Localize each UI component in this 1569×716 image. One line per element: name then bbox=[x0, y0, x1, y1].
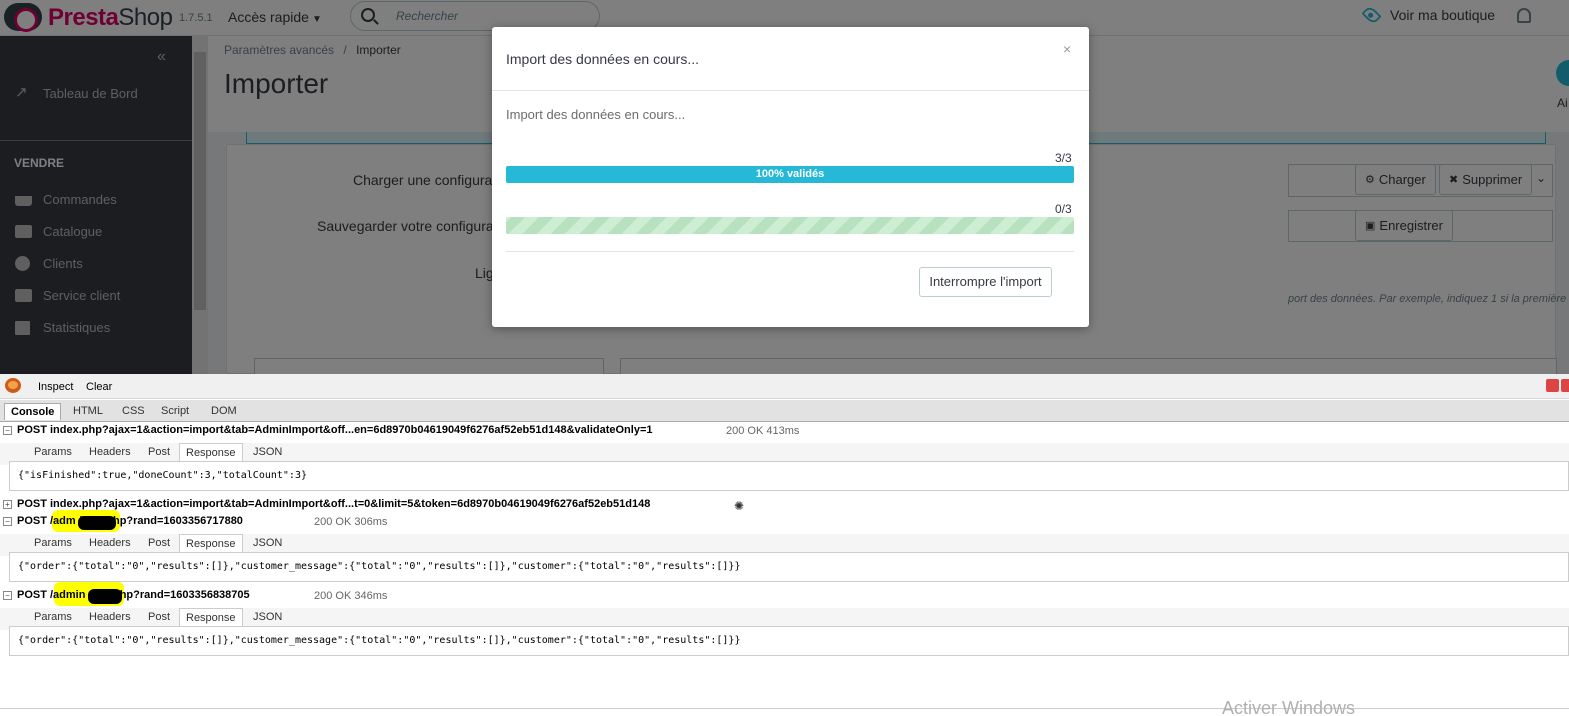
windows-activation-watermark: Activer Windows bbox=[1222, 698, 1356, 716]
firebug-icon[interactable] bbox=[5, 378, 21, 393]
modal-divider bbox=[506, 251, 1074, 252]
request-header[interactable]: − POST /adm /ajax.php?rand=1603356717880… bbox=[0, 514, 1569, 531]
redaction-mark bbox=[88, 589, 122, 604]
close-icon[interactable]: × bbox=[1063, 41, 1071, 57]
response-body: {"order":{"total":"0","results":[]},"cus… bbox=[9, 626, 1569, 656]
validation-progress-fill: 100% validés bbox=[506, 166, 1074, 183]
expand-toggle[interactable]: + bbox=[3, 500, 12, 509]
validation-count: 3/3 bbox=[1055, 151, 1072, 165]
request-status: 200 OK 413ms bbox=[726, 425, 800, 437]
subtab-response[interactable]: Response bbox=[179, 608, 243, 627]
subtab-headers[interactable]: Headers bbox=[83, 443, 137, 461]
subtab-post[interactable]: Post bbox=[142, 443, 176, 461]
subtab-json[interactable]: JSON bbox=[247, 534, 288, 552]
modal-message: Import des données en cours... bbox=[506, 107, 686, 122]
subtab-params[interactable]: Params bbox=[28, 534, 78, 552]
tab-console[interactable]: Console bbox=[4, 403, 62, 420]
subtab-response[interactable]: Response bbox=[179, 443, 243, 462]
subtab-headers[interactable]: Headers bbox=[83, 534, 137, 552]
subtab-post[interactable]: Post bbox=[142, 608, 176, 626]
import-progress-modal: Import des données en cours... × Import … bbox=[492, 27, 1089, 327]
prestashop-admin: PrestaShop 1.7.5.1 Accès rapide▼ Recherc… bbox=[0, 0, 1569, 374]
subtab-params[interactable]: Params bbox=[28, 608, 78, 626]
validation-progress-bar: 100% validés bbox=[506, 166, 1074, 183]
redaction-mark bbox=[78, 516, 116, 530]
import-progress-fill bbox=[506, 217, 1074, 234]
response-body: {"isFinished":true,"doneCount":3,"totalC… bbox=[9, 461, 1569, 491]
clear-button[interactable]: Clear bbox=[86, 381, 112, 393]
collapse-toggle[interactable]: − bbox=[3, 517, 12, 526]
tab-html[interactable]: HTML bbox=[67, 403, 109, 419]
modal-title: Import des données en cours... bbox=[506, 51, 699, 67]
request-header[interactable]: + POST index.php?ajax=1&action=import&ta… bbox=[0, 497, 1569, 514]
subtab-post[interactable]: Post bbox=[142, 534, 176, 552]
request-status: 200 OK 346ms bbox=[314, 590, 388, 602]
request-url: POST index.php?ajax=1&action=import&tab=… bbox=[17, 424, 653, 436]
loading-spinner-icon: ✺ bbox=[734, 499, 745, 513]
tab-script[interactable]: Script bbox=[155, 403, 195, 419]
firebug-toolbar: Inspect Clear bbox=[0, 374, 1569, 399]
modal-divider bbox=[492, 90, 1089, 91]
subtab-json[interactable]: JSON bbox=[247, 608, 288, 626]
request-url: POST /adm /ajax.php?rand=1603356717880 bbox=[17, 515, 243, 527]
import-progress-bar bbox=[506, 217, 1074, 234]
interrupt-import-button[interactable]: Interrompre l'import bbox=[919, 267, 1052, 297]
request-url: POST /admin ajax.php?rand=1603356838705 bbox=[17, 589, 250, 601]
inspect-button[interactable]: Inspect bbox=[38, 381, 73, 393]
subtab-response[interactable]: Response bbox=[179, 534, 243, 553]
close-icon[interactable] bbox=[1561, 379, 1569, 392]
collapse-toggle[interactable]: − bbox=[3, 426, 12, 435]
tab-dom[interactable]: DOM bbox=[205, 403, 243, 419]
import-count: 0/3 bbox=[1055, 202, 1072, 216]
subtab-params[interactable]: Params bbox=[28, 443, 78, 461]
request-url: POST index.php?ajax=1&action=import&tab=… bbox=[17, 498, 651, 510]
firebug-panel: Inspect Clear Console HTML CSS Script DO… bbox=[0, 374, 1569, 716]
request-status: 200 OK 306ms bbox=[314, 516, 388, 528]
tab-css[interactable]: CSS bbox=[116, 403, 151, 419]
request-header[interactable]: − POST /admin ajax.php?rand=160335683870… bbox=[0, 588, 1569, 605]
minimize-icon[interactable] bbox=[1546, 379, 1559, 392]
request-header[interactable]: − POST index.php?ajax=1&action=import&ta… bbox=[0, 423, 1569, 440]
response-body: {"order":{"total":"0","results":[]},"cus… bbox=[9, 552, 1569, 582]
firebug-tabs: Console HTML CSS Script DOM bbox=[0, 400, 1569, 422]
subtab-headers[interactable]: Headers bbox=[83, 608, 137, 626]
subtab-json[interactable]: JSON bbox=[247, 443, 288, 461]
collapse-toggle[interactable]: − bbox=[3, 591, 12, 600]
